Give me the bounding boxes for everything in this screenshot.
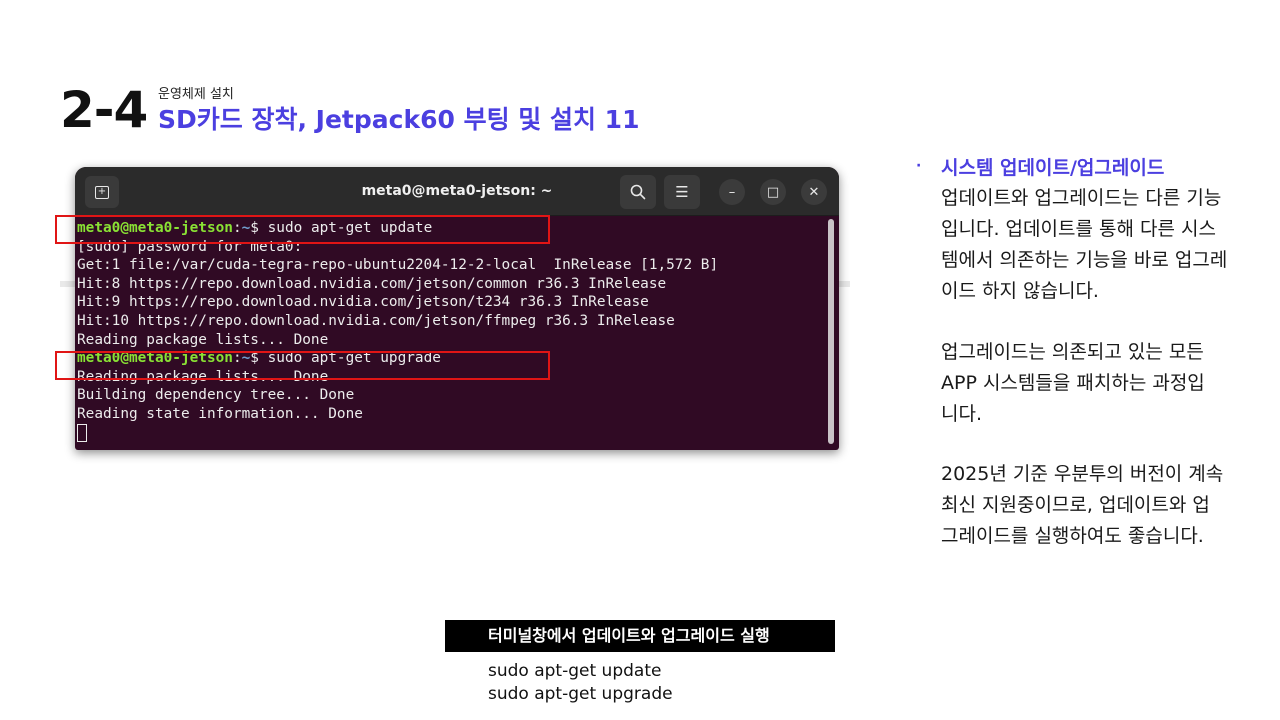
paragraph-line: 최신 지원중이므로, 업데이트와 업 (941, 494, 1210, 516)
close-button[interactable]: ✕ (801, 179, 827, 205)
paragraph-line: 2025년 기준 우분투의 버전이 계속 (941, 463, 1224, 485)
terminal-output-line: Hit:8 https://repo.download.nvidia.com/j… (77, 275, 667, 292)
paragraph-line: 이드 하지 않습니다. (941, 280, 1099, 302)
close-icon: ✕ (808, 184, 820, 200)
caption-bar: 터미널창에서 업데이트와 업그레이드 실행 (445, 620, 835, 652)
terminal-output-line: Hit:10 https://repo.download.nvidia.com/… (77, 312, 675, 329)
highlight-upgrade-command (55, 351, 550, 380)
search-icon (630, 184, 646, 200)
terminal-output-line: Building dependency tree... Done (77, 387, 355, 404)
terminal-cursor-line (77, 423, 825, 443)
terminal-output-line: Hit:9 https://repo.download.nvidia.com/j… (77, 294, 649, 311)
page-title: SD카드 장착, Jetpack60 부팅 및 설치 11 (158, 105, 640, 134)
terminal-cursor (77, 423, 87, 442)
terminal-window[interactable]: + meta0@meta0-jetson: ~ ☰ – □ ✕ meta0@me… (75, 167, 839, 450)
section-subtitle: 운영체제 설치 (158, 87, 234, 102)
paragraph-line: 업데이트와 업그레이드는 다른 기능 (941, 187, 1222, 209)
hamburger-icon: ☰ (675, 183, 689, 201)
paragraph-line: APP 시스템들을 패치하는 과정입 (941, 372, 1205, 394)
section-number: 2-4 (60, 81, 148, 139)
terminal-scrollbar[interactable] (828, 219, 834, 444)
paragraph-line: 입니다. 업데이트를 통해 다른 시스 (941, 218, 1216, 240)
terminal-output[interactable]: meta0@meta0-jetson:~$ sudo apt-get updat… (77, 219, 825, 447)
caption-title: 터미널창에서 업데이트와 업그레이드 실행 (488, 626, 770, 645)
menu-button[interactable]: ☰ (664, 175, 700, 209)
bullet-dot: · (916, 158, 922, 174)
paragraph-line: 업그레이드는 의존되고 있는 모든 (941, 341, 1204, 363)
command-text-upgrade: sudo apt-get upgrade (488, 684, 673, 704)
bullet-title: 시스템 업데이트/업그레이드 (941, 157, 1165, 179)
terminal-output-line: Get:1 file:/var/cuda-tegra-repo-ubuntu22… (77, 257, 719, 274)
paragraph-line: 템에서 의존하는 기능을 바로 업그레 (941, 249, 1228, 271)
paragraph-line: 니다. (941, 403, 982, 425)
search-button[interactable] (620, 175, 656, 209)
terminal-output-line: Reading state information... Done (77, 405, 363, 422)
terminal-titlebar[interactable]: + meta0@meta0-jetson: ~ ☰ – □ ✕ (75, 167, 839, 216)
paragraph-line: 그레이드를 실행하여도 좋습니다. (941, 525, 1204, 547)
minimize-icon: – (728, 184, 736, 200)
maximize-button[interactable]: □ (760, 179, 786, 205)
terminal-output-line: Reading package lists... Done (77, 331, 329, 348)
maximize-icon: □ (766, 184, 780, 200)
minimize-button[interactable]: – (719, 179, 745, 205)
highlight-update-command (55, 215, 550, 244)
command-text-update: sudo apt-get update (488, 661, 662, 681)
